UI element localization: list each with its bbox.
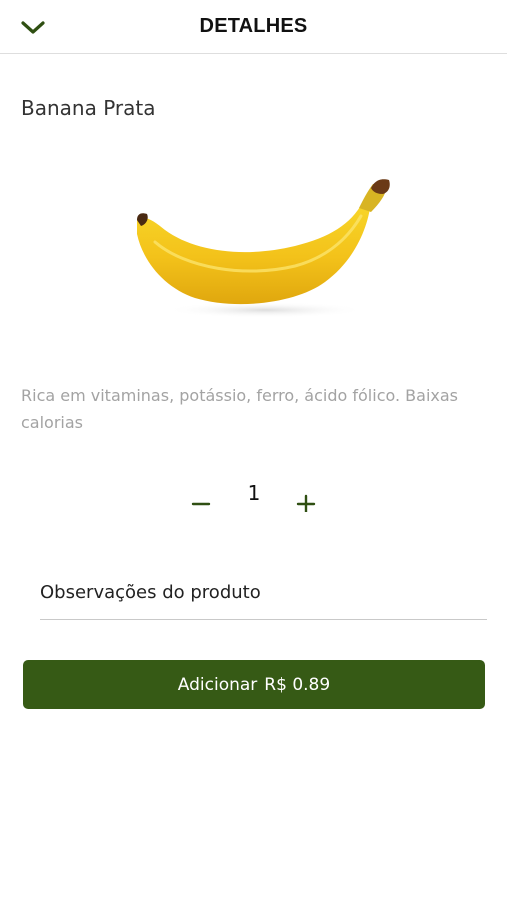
product-name: Banana Prata — [21, 96, 156, 120]
observations-field — [40, 572, 487, 620]
quantity-stepper: 1 — [0, 480, 507, 520]
product-description: Rica em vitaminas, potássio, ferro, ácid… — [21, 386, 459, 432]
add-to-cart-button[interactable]: Adicionar R$ 0.89 — [23, 660, 485, 709]
page-title: DETALHES — [199, 15, 308, 37]
plus-icon — [296, 494, 316, 514]
minus-icon — [191, 502, 211, 506]
decrement-button[interactable] — [187, 484, 215, 512]
header-bar: DETALHES — [0, 0, 507, 54]
quantity-value: 1 — [247, 481, 261, 505]
observations-input[interactable] — [40, 572, 487, 612]
increment-button[interactable] — [292, 484, 320, 514]
banana-image — [125, 170, 405, 330]
add-button-label: Adicionar — [177, 674, 258, 695]
add-button-price: R$ 0.89 — [264, 674, 331, 695]
